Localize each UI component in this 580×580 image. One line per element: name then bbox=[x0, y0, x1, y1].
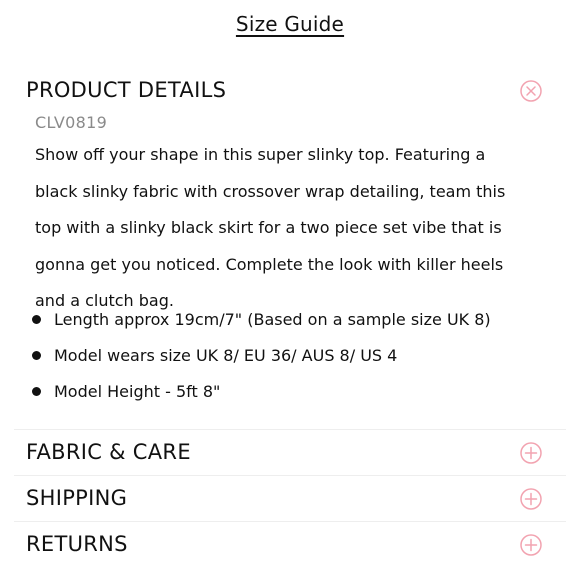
plus-circle-icon[interactable] bbox=[520, 534, 542, 556]
section-divider bbox=[14, 521, 566, 522]
shipping-header[interactable]: SHIPPING bbox=[14, 478, 566, 518]
product-details-section: PRODUCT DETAILS bbox=[14, 70, 566, 110]
feature-model-size: Model wears size UK 8/ EU 36/ AUS 8/ US … bbox=[30, 338, 491, 374]
product-description: Show off your shape in this super slinky… bbox=[35, 145, 506, 310]
product-sku: CLV0819 bbox=[35, 113, 108, 132]
bullet-dot-icon bbox=[32, 351, 41, 360]
product-features-list: Length approx 19cm/7" (Based on a sample… bbox=[30, 302, 491, 410]
shipping-title: SHIPPING bbox=[26, 486, 128, 510]
plus-circle-icon[interactable] bbox=[520, 488, 542, 510]
feature-text: Length approx 19cm/7" (Based on a sample… bbox=[54, 310, 491, 329]
product-details-header[interactable]: PRODUCT DETAILS bbox=[14, 70, 566, 110]
bullet-dot-icon bbox=[32, 315, 41, 324]
close-circle-icon[interactable] bbox=[520, 80, 542, 102]
size-guide-link[interactable]: Size Guide bbox=[236, 12, 344, 36]
section-divider bbox=[14, 475, 566, 476]
returns-title: RETURNS bbox=[26, 532, 128, 556]
fabric-care-header[interactable]: FABRIC & CARE bbox=[14, 432, 566, 472]
returns-header[interactable]: RETURNS bbox=[14, 524, 566, 564]
fabric-care-title: FABRIC & CARE bbox=[26, 440, 191, 464]
fabric-care-section: FABRIC & CARE bbox=[14, 432, 566, 472]
returns-section: RETURNS bbox=[14, 524, 566, 564]
feature-text: Model wears size UK 8/ EU 36/ AUS 8/ US … bbox=[54, 346, 398, 365]
feature-text: Model Height - 5ft 8" bbox=[54, 382, 221, 401]
bullet-dot-icon bbox=[32, 387, 41, 396]
feature-model-height: Model Height - 5ft 8" bbox=[30, 374, 491, 410]
feature-length: Length approx 19cm/7" (Based on a sample… bbox=[30, 302, 491, 338]
section-divider bbox=[14, 429, 566, 430]
product-details-title: PRODUCT DETAILS bbox=[26, 78, 227, 102]
size-guide-header: Size Guide bbox=[0, 12, 580, 36]
shipping-section: SHIPPING bbox=[14, 478, 566, 518]
plus-circle-icon[interactable] bbox=[520, 442, 542, 464]
